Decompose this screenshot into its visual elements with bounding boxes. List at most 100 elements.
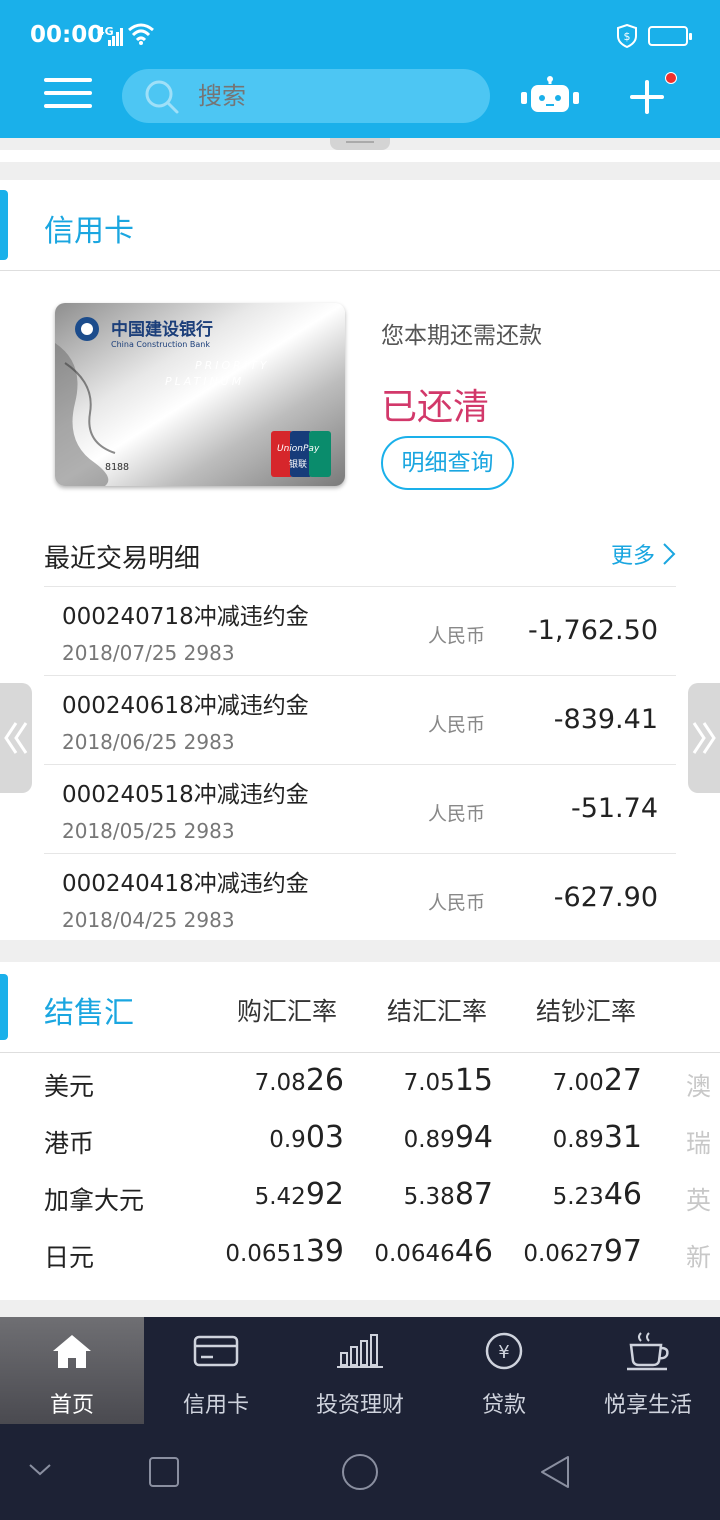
transaction-amount: -627.90 [553, 882, 658, 913]
nav-label: 悦享生活 [603, 1393, 692, 1418]
card-last-digits: 2983 [183, 730, 235, 754]
fx-settle-rate: 0.064646 [374, 1234, 493, 1269]
fx-currency: 加拿大元 [44, 1186, 145, 1215]
search-bar[interactable] [122, 69, 490, 123]
fx-currency: 美元 [44, 1072, 95, 1101]
divider [0, 1052, 720, 1053]
transaction-row[interactable]: 000240618冲减违约金 2018/06/25 2983 人民币 -839.… [44, 675, 676, 764]
transaction-name: 000240618冲减违约金 [62, 693, 309, 719]
wifi-icon [128, 23, 154, 45]
fx-title: 结售汇 [44, 996, 134, 1031]
recent-apps-icon[interactable] [148, 1456, 180, 1488]
coffee-cup-icon [627, 1332, 669, 1371]
fx-next-currency: 瑞 [686, 1129, 712, 1158]
transaction-date-card: 2018/05/25 2983 [62, 819, 235, 843]
nav-home[interactable]: 首页 [0, 1317, 144, 1424]
transaction-date: 2018/07/25 [62, 641, 178, 665]
fx-row[interactable]: 加拿大元 5.4292 5.3887 5.2346 英 [0, 1177, 720, 1238]
svg-text:$: $ [624, 30, 631, 43]
transaction-row[interactable]: 000240418冲减违约金 2018/04/25 2983 人民币 -627.… [44, 853, 676, 942]
fx-buy-rate: 0.903 [269, 1120, 344, 1155]
nav-investment[interactable]: 投资理财 [288, 1317, 432, 1424]
card-last-digits: 2983 [183, 819, 235, 843]
section-accent [0, 974, 8, 1040]
nav-credit-card[interactable]: 信用卡 [144, 1317, 288, 1424]
fx-row[interactable]: 日元 0.065139 0.064646 0.062797 新 [0, 1234, 720, 1295]
section-accent [0, 190, 8, 260]
transaction-date-card: 2018/07/25 2983 [62, 641, 235, 665]
bank-name-en: China Construction Bank [111, 340, 210, 349]
fx-currency: 港币 [44, 1129, 95, 1158]
fx-cash-rate: 7.0027 [552, 1063, 642, 1098]
nav-life[interactable]: 悦享生活 [576, 1317, 720, 1424]
credit-card-section: 信用卡 中国建设银行 China Construction Bank PRIOR… [0, 180, 720, 940]
search-icon [145, 80, 179, 114]
notification-dot [665, 72, 677, 84]
nav-label: 首页 [49, 1393, 94, 1418]
card-last-digits: 2983 [183, 908, 235, 932]
fx-col-settle: 结汇汇率 [387, 997, 488, 1026]
fx-col-cash: 结钞汇率 [536, 997, 637, 1026]
transaction-row[interactable]: 000240718冲减违约金 2018/07/25 2983 人民币 -1,76… [44, 586, 676, 675]
add-icon[interactable] [630, 80, 664, 114]
transaction-row[interactable]: 000240518冲减违约金 2018/05/25 2983 人民币 -51.7… [44, 764, 676, 853]
fx-currency: 日元 [44, 1243, 95, 1272]
nav-loan[interactable]: ¥ 贷款 [432, 1317, 576, 1424]
card-last-digits: 2983 [183, 641, 235, 665]
detail-query-button[interactable]: 明细查询 [381, 436, 514, 490]
collapsed-panel [0, 150, 720, 162]
menu-icon[interactable] [44, 78, 92, 114]
svg-text:¥: ¥ [498, 1342, 509, 1363]
chevron-down-icon[interactable] [28, 1462, 52, 1478]
payment-status: 已还清 [381, 387, 490, 428]
robot-assistant-icon[interactable] [518, 76, 582, 116]
double-chevron-right-icon [692, 722, 716, 754]
transaction-amount: -1,762.50 [528, 615, 658, 646]
transaction-amount: -51.74 [570, 793, 658, 824]
credit-card-icon [193, 1335, 239, 1367]
transaction-date: 2018/05/25 [62, 819, 178, 843]
home-icon [53, 1335, 91, 1368]
fx-buy-rate: 5.4292 [254, 1177, 344, 1212]
status-bar: 00:00 4G $ [0, 0, 720, 70]
more-link[interactable]: 更多 [611, 538, 655, 570]
unionpay-cn: 银联 [289, 458, 307, 470]
fx-cash-rate: 5.2346 [552, 1177, 642, 1212]
next-card-button[interactable] [688, 683, 720, 793]
home-button-icon[interactable] [341, 1453, 379, 1491]
fx-row[interactable]: 美元 7.0826 7.0515 7.0027 澳 [0, 1063, 720, 1124]
transaction-name: 000240718冲减违约金 [62, 604, 309, 630]
credit-card-image[interactable]: 中国建设银行 China Construction Bank PRIORITY … [55, 303, 345, 486]
search-input[interactable] [198, 81, 468, 111]
fx-rate-table: 美元 7.0826 7.0515 7.0027 澳 港币 0.903 0.899… [0, 1063, 720, 1295]
pull-handle[interactable] [330, 138, 390, 150]
transaction-date: 2018/06/25 [62, 730, 178, 754]
fx-col-buy: 购汇汇率 [237, 997, 338, 1026]
transaction-name: 000240418冲减违约金 [62, 871, 309, 897]
transaction-currency: 人民币 [428, 892, 486, 914]
prev-card-button[interactable] [0, 683, 32, 793]
fx-buy-rate: 7.0826 [254, 1063, 344, 1098]
fx-next-currency: 英 [686, 1186, 712, 1215]
app-header: 00:00 4G $ [0, 0, 720, 138]
battery-icon [648, 26, 692, 46]
bar-chart-icon [337, 1334, 383, 1368]
fx-row[interactable]: 港币 0.903 0.8994 0.8931 瑞 [0, 1120, 720, 1181]
nav-label: 投资理财 [315, 1393, 404, 1418]
card-tier-line1: PRIORITY [195, 359, 270, 372]
recent-transactions-title: 最近交易明细 [44, 544, 201, 574]
bank-name-cn: 中国建设银行 [111, 319, 213, 340]
payment-due-label: 您本期还需还款 [381, 323, 542, 349]
divider [0, 270, 720, 271]
double-chevron-left-icon [4, 722, 28, 754]
yuan-coin-icon: ¥ [485, 1332, 523, 1370]
transaction-currency: 人民币 [428, 714, 486, 736]
card-tier-line2: PLATINUM [165, 375, 244, 388]
transaction-name: 000240518冲减违约金 [62, 782, 309, 808]
back-icon[interactable] [538, 1454, 572, 1490]
transaction-currency: 人民币 [428, 803, 486, 825]
unionpay-logo: UnionPay 银联 [271, 431, 331, 477]
nav-label: 贷款 [481, 1393, 526, 1418]
chevron-right-icon[interactable] [662, 542, 676, 566]
transaction-list: 000240718冲减违约金 2018/07/25 2983 人民币 -1,76… [44, 586, 676, 942]
